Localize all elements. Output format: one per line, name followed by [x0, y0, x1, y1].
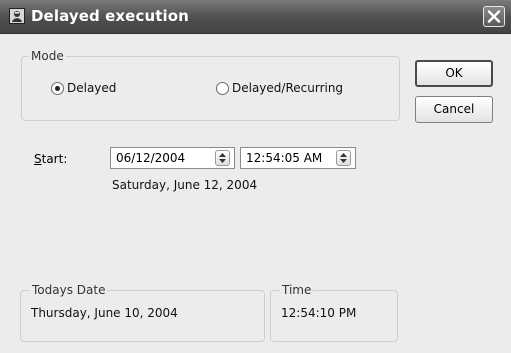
time-value: 12:54:10 PM: [281, 306, 357, 320]
start-date-field[interactable]: 06/12/2004: [110, 147, 235, 169]
radio-delayed-label[interactable]: Delayed: [67, 81, 116, 95]
start-label-accel: S: [34, 152, 42, 166]
close-button[interactable]: [483, 6, 505, 27]
start-label-rest: tart:: [41, 152, 68, 166]
start-date-value: 06/12/2004: [116, 151, 186, 165]
todays-date-legend: Todays Date: [30, 283, 108, 297]
start-label: Start:: [34, 152, 67, 166]
title-bar[interactable]: Delayed execution: [0, 0, 511, 34]
radio-delayed[interactable]: [51, 82, 64, 95]
radio-delayed-recurring[interactable]: [216, 82, 229, 95]
radio-delayed-recurring-label[interactable]: Delayed/Recurring: [232, 81, 343, 95]
cancel-button[interactable]: Cancel: [415, 96, 493, 123]
start-time-value: 12:54:05 AM: [246, 151, 323, 165]
radio-selected-dot: [55, 86, 60, 91]
dialog-window: Delayed execution Mode Delayed Delayed/R…: [0, 0, 511, 353]
close-icon: [487, 10, 501, 23]
start-date-description: Saturday, June 12, 2004: [112, 178, 258, 192]
date-spinner[interactable]: [215, 150, 230, 166]
time-legend: Time: [280, 283, 314, 297]
todays-date-value: Thursday, June 10, 2004: [31, 306, 178, 320]
window-title: Delayed execution: [31, 7, 189, 25]
time-spinner[interactable]: [336, 150, 351, 166]
spinner-arrows-icon: [340, 153, 347, 163]
start-time-field[interactable]: 12:54:05 AM: [240, 147, 356, 169]
spinner-arrows-icon: [219, 153, 226, 163]
mode-legend: Mode: [29, 49, 66, 63]
ok-button[interactable]: OK: [415, 60, 493, 87]
app-icon: [9, 8, 25, 24]
